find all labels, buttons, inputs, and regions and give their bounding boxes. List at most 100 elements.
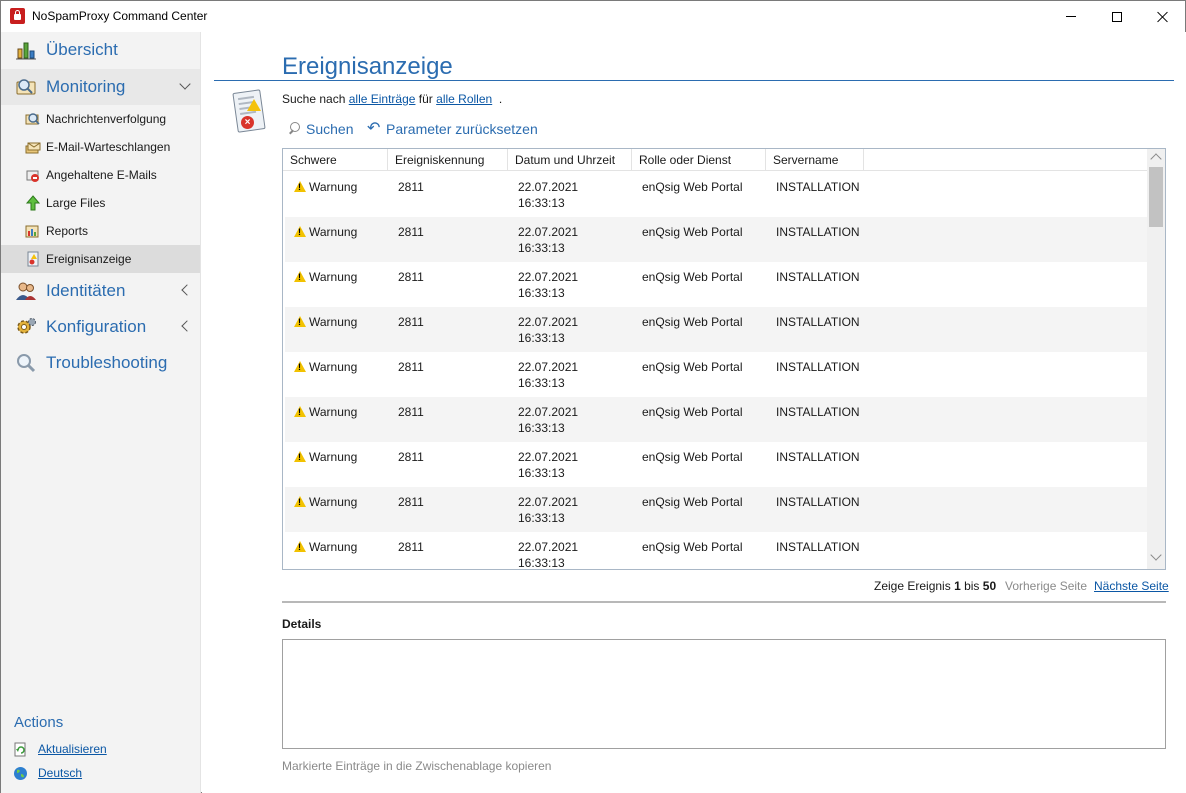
table-row[interactable]: Warnung 2811 22.07.2021 enQsig Web Portal IN…	[285, 217, 1147, 262]
app-lock-icon	[10, 8, 25, 24]
cell-severity: Warnung	[309, 405, 358, 419]
cell-date: 22.07.2021	[518, 225, 579, 239]
search-entries-link[interactable]: alle Einträge	[349, 92, 416, 106]
cell-time: 16:33:13	[518, 241, 565, 255]
cell-severity: Warnung	[309, 270, 358, 284]
cell-time: 16:33:13	[518, 511, 565, 525]
scroll-thumb[interactable]	[1149, 167, 1163, 227]
sidebar-item-email-warteschlangen[interactable]: E-Mail-Warteschlangen	[1, 133, 200, 161]
section-divider	[282, 601, 1166, 603]
table-row[interactable]: Warnung 2811 22.07.2021 enQsig Web Portal IN…	[285, 532, 1147, 569]
sidebar-item-reports[interactable]: Reports	[1, 217, 200, 245]
pager-mid: bis	[964, 579, 980, 593]
monitoring-icon	[16, 79, 36, 95]
warning-icon	[294, 361, 306, 372]
previous-page-link: Vorherige Seite	[1005, 579, 1088, 593]
cell-role: enQsig Web Portal	[642, 495, 743, 509]
cell-time: 16:33:13	[518, 466, 565, 480]
sidebar-item-nachrichtenverfolgung[interactable]: Nachrichtenverfolgung	[1, 105, 200, 133]
table-row[interactable]: Warnung 2811 22.07.2021 enQsig Web Portal IN…	[285, 487, 1147, 532]
action-refresh[interactable]: Aktualisieren	[13, 740, 107, 758]
cell-event-id: 2811	[398, 270, 424, 284]
nav-konfiguration[interactable]: Konfiguration	[1, 309, 200, 345]
cell-severity: Warnung	[309, 225, 358, 239]
search-prefix: Suche nach	[282, 92, 346, 106]
warning-icon	[294, 271, 306, 282]
cell-role: enQsig Web Portal	[642, 180, 743, 194]
cell-time: 16:33:13	[518, 421, 565, 435]
chevron-left-icon	[180, 320, 192, 332]
cell-event-id: 2811	[398, 360, 424, 374]
column-header-schwere[interactable]: Schwere	[283, 149, 388, 171]
column-header-datum[interactable]: Datum und Uhrzeit	[508, 149, 632, 171]
column-header-rolle[interactable]: Rolle oder Dienst	[632, 149, 766, 171]
pager-prefix: Zeige Ereignis	[874, 579, 951, 593]
cell-time: 16:33:13	[518, 286, 565, 300]
column-header-servername[interactable]: Servername	[766, 149, 864, 171]
cell-role: enQsig Web Portal	[642, 270, 743, 284]
events-table: Schwere Ereigniskennung Datum und Uhrzei…	[282, 148, 1166, 570]
cell-severity: Warnung	[309, 450, 358, 464]
cell-role: enQsig Web Portal	[642, 450, 743, 464]
cell-server: INSTALLATION	[776, 225, 860, 239]
minimize-button[interactable]	[1048, 1, 1094, 32]
sidebar-item-large-files[interactable]: Large Files	[1, 189, 200, 217]
nav-troubleshooting[interactable]: Troubleshooting	[1, 345, 200, 381]
page-title: Ereignisanzeige	[282, 53, 453, 80]
nav-troubleshooting-label: Troubleshooting	[46, 353, 168, 372]
cell-date: 22.07.2021	[518, 360, 579, 374]
scroll-up-icon[interactable]	[1150, 153, 1162, 165]
search-button[interactable]: Suchen	[287, 120, 353, 138]
nav-overview-label: Übersicht	[46, 40, 118, 59]
scroll-down-icon[interactable]	[1150, 549, 1162, 561]
nav-identitaeten[interactable]: Identitäten	[1, 273, 200, 309]
refresh-link[interactable]: Aktualisieren	[38, 742, 107, 756]
nav-monitoring-label: Monitoring	[46, 77, 126, 96]
cell-server: INSTALLATION	[776, 270, 860, 284]
copy-to-clipboard-link[interactable]: Markierte Einträge in die Zwischenablage…	[282, 759, 551, 773]
cell-server: INSTALLATION	[776, 315, 860, 329]
actions-title: Actions	[14, 714, 64, 731]
table-row[interactable]: Warnung 2811 22.07.2021 enQsig Web Portal IN…	[285, 352, 1147, 397]
nav-monitoring[interactable]: Monitoring	[1, 69, 200, 105]
cell-role: enQsig Web Portal	[642, 225, 743, 239]
column-header-ereigniskennung[interactable]: Ereigniskennung	[388, 149, 508, 171]
close-button[interactable]	[1140, 1, 1186, 32]
nav-overview[interactable]: Übersicht	[1, 32, 200, 68]
cell-role: enQsig Web Portal	[642, 540, 743, 554]
app-window: NoSpamProxy Command Center Übersicht Mon…	[0, 0, 1186, 793]
search-icon	[287, 122, 301, 136]
refresh-icon	[14, 742, 26, 756]
cell-event-id: 2811	[398, 450, 424, 464]
table-row[interactable]: Warnung 2811 22.07.2021 enQsig Web Portal IN…	[285, 442, 1147, 487]
maximize-button[interactable]	[1094, 1, 1140, 32]
maximize-icon	[1112, 11, 1122, 22]
reset-parameters-button[interactable]: ↶ Parameter zurücksetzen	[367, 120, 538, 138]
close-icon	[1157, 11, 1169, 23]
sidebar-item-label: Large Files	[46, 196, 106, 210]
table-row[interactable]: Warnung 2811 22.07.2021 enQsig Web Portal IN…	[285, 397, 1147, 442]
language-link[interactable]: Deutsch	[38, 766, 82, 780]
search-button-label: Suchen	[306, 121, 354, 137]
details-panel[interactable]	[282, 639, 1166, 749]
action-language[interactable]: Deutsch	[13, 764, 82, 782]
warning-icon	[294, 451, 306, 462]
sidebar-item-angehaltene-emails[interactable]: Angehaltene E-Mails	[1, 161, 200, 189]
cell-date: 22.07.2021	[518, 540, 579, 554]
sidebar-item-ereignisanzeige[interactable]: Ereignisanzeige	[1, 245, 200, 273]
table-row[interactable]: Warnung 2811 22.07.2021 enQsig Web Portal IN…	[285, 307, 1147, 352]
cell-event-id: 2811	[398, 180, 424, 194]
table-row[interactable]: Warnung 2811 22.07.2021 enQsig Web Portal IN…	[285, 262, 1147, 307]
vertical-scrollbar[interactable]	[1147, 149, 1165, 569]
cell-event-id: 2811	[398, 315, 424, 329]
cell-server: INSTALLATION	[776, 360, 860, 374]
cell-date: 22.07.2021	[518, 450, 579, 464]
nav-identitaeten-label: Identitäten	[46, 281, 126, 300]
table-row[interactable]: Warnung 2811 22.07.2021 enQsig Web Portal IN…	[285, 172, 1147, 217]
cell-role: enQsig Web Portal	[642, 405, 743, 419]
search-summary: Suche nach alle Einträge für alle Rollen…	[282, 92, 502, 106]
next-page-link[interactable]: Nächste Seite	[1094, 579, 1169, 593]
warning-icon	[294, 316, 306, 327]
search-roles-link[interactable]: alle Rollen	[436, 92, 492, 106]
cell-role: enQsig Web Portal	[642, 315, 743, 329]
